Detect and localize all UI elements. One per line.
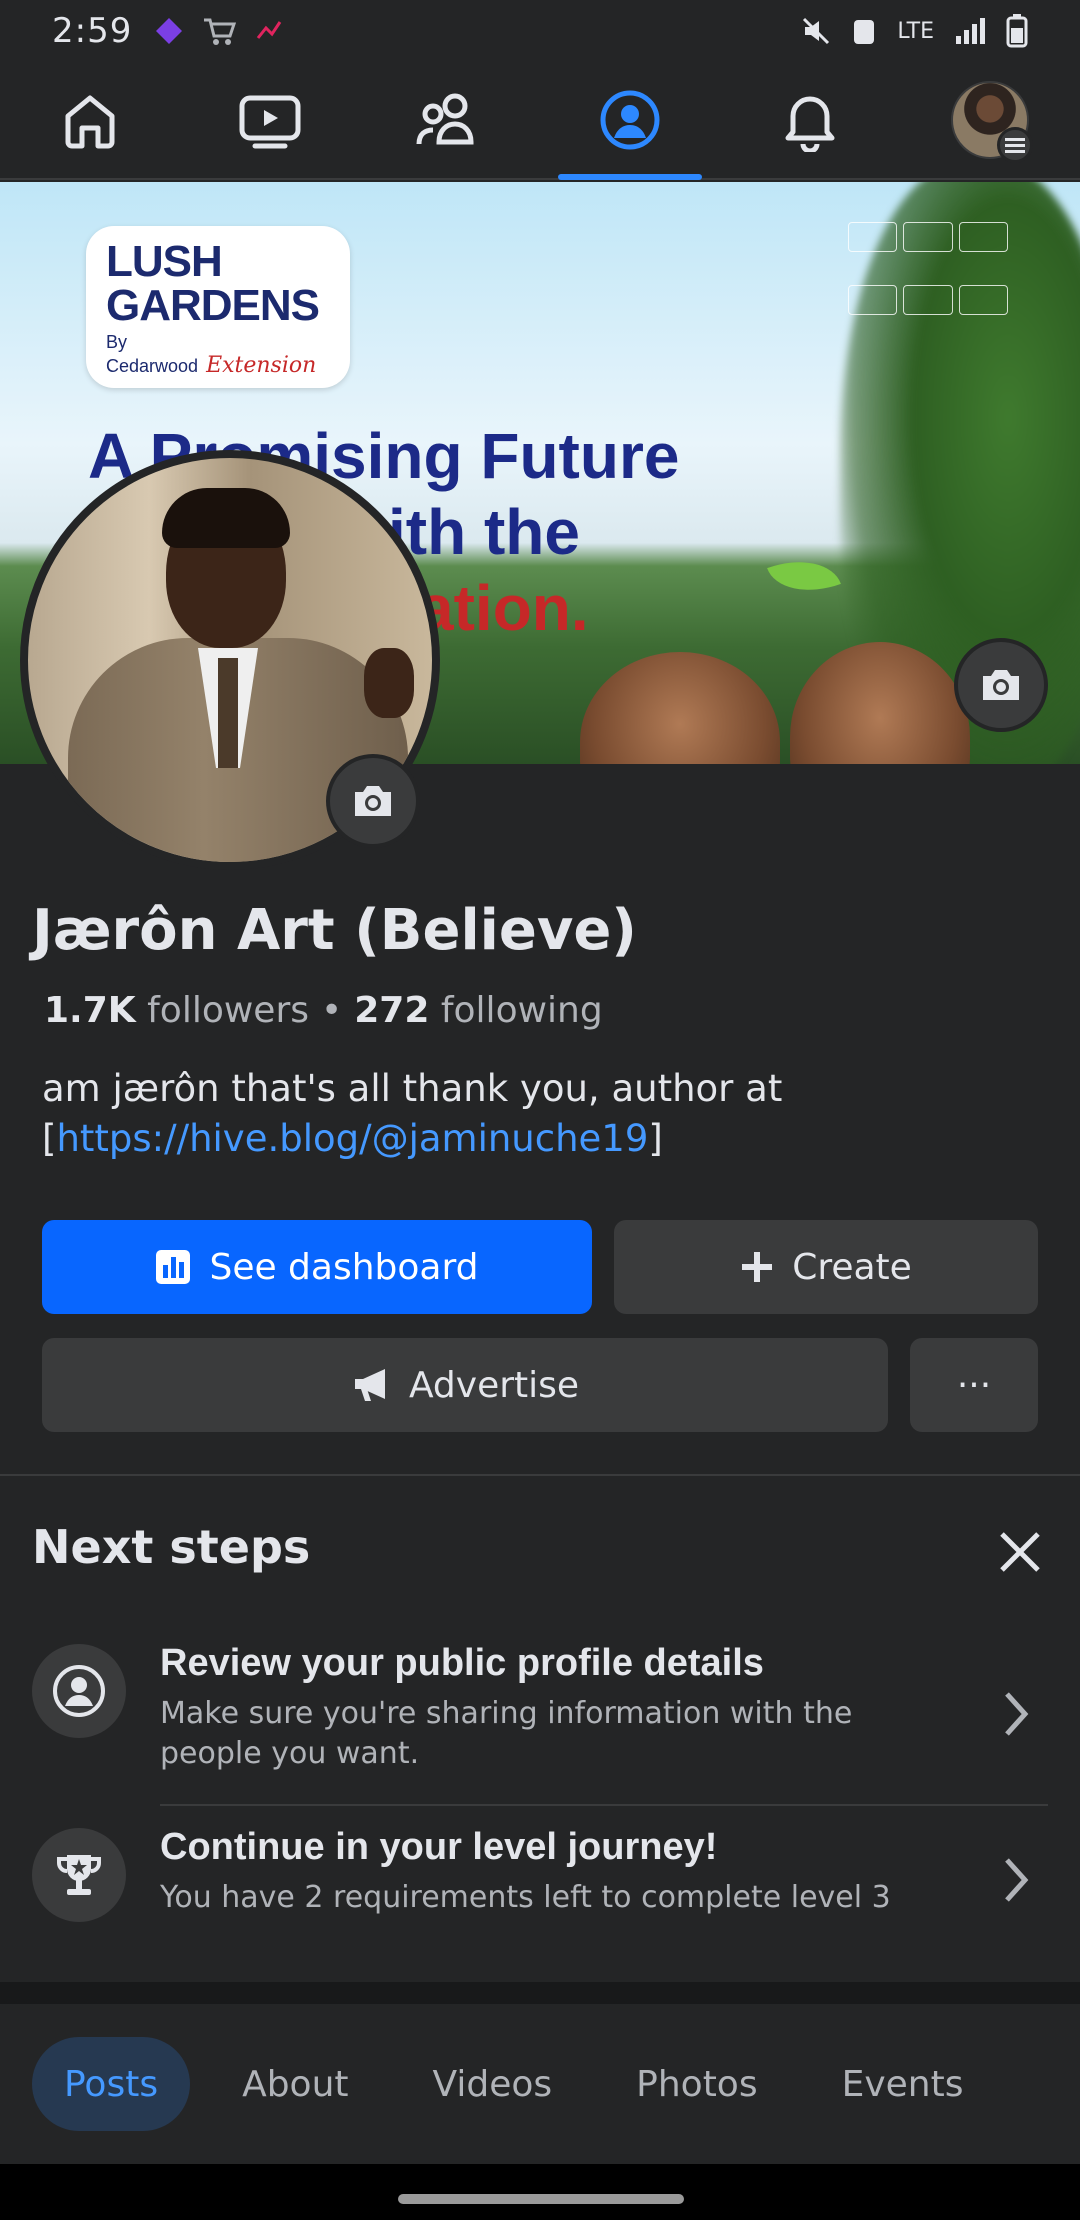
megaphone-icon [354, 1369, 385, 1401]
friends-icon [416, 93, 474, 145]
app-badge-icon [156, 18, 183, 44]
nav-tab-video[interactable] [180, 62, 360, 178]
see-dashboard-label: See dashboard [209, 1246, 479, 1288]
see-dashboard-button[interactable]: See dashboard [42, 1220, 592, 1314]
followers-count: 1.7K [44, 990, 136, 1031]
network-type: LTE [897, 18, 934, 44]
tab-events[interactable]: Events [810, 2037, 996, 2131]
profile-page: 2:59 LTE LUSH GARDENS By Cedarwood Exten… [0, 0, 1080, 2220]
edit-profile-picture-button[interactable] [326, 754, 420, 848]
next-step-item-profile-details[interactable]: Review your public profile details Make … [0, 1628, 1080, 1798]
bio-text: am jærôn that's all thank you, author at [42, 1067, 783, 1110]
status-time: 2:59 [52, 11, 133, 51]
followers-link[interactable]: 1.7K followers [44, 990, 309, 1031]
close-icon [1000, 1532, 1040, 1572]
step-title: Continue in your level journey! [160, 1826, 718, 1868]
logo-line1: LUSH [106, 237, 223, 286]
status-right-icons: LTE [801, 14, 1028, 48]
step-title: Review your public profile details [160, 1642, 764, 1684]
nav-tab-home[interactable] [0, 62, 180, 178]
following-link[interactable]: 272 following [354, 990, 602, 1031]
profile-icon [600, 90, 660, 150]
nav-tab-friends[interactable] [360, 62, 540, 178]
tab-videos[interactable]: Videos [401, 2037, 585, 2131]
leaf-graphic [767, 546, 841, 606]
home-icon [65, 95, 115, 149]
camera-icon [983, 670, 1019, 700]
step-separator [160, 1804, 1048, 1806]
profile-stats: 1.7K followers • 272 following [44, 990, 603, 1031]
more-options-button[interactable]: ··· [910, 1338, 1038, 1432]
logo-byline: By Cedarwood Extension [106, 332, 317, 378]
status-notification-icons [154, 16, 284, 46]
profile-circle-icon [32, 1644, 126, 1738]
top-navigation [0, 62, 1080, 180]
bell-icon [785, 96, 835, 152]
create-label: Create [792, 1246, 912, 1288]
following-label: following [440, 990, 603, 1031]
edit-cover-button[interactable] [954, 638, 1048, 732]
battery-icon [1006, 14, 1028, 48]
trophy-icon [32, 1828, 126, 1922]
tab-about[interactable]: About [210, 2037, 380, 2131]
profile-bio: am jærôn that's all thank you, author at… [42, 1067, 783, 1160]
next-step-item-level-journey[interactable]: Continue in your level journey! You have… [0, 1812, 1080, 1982]
home-gesture-handle[interactable] [398, 2194, 684, 2204]
close-next-steps-button[interactable] [992, 1524, 1048, 1580]
advertise-label: Advertise [408, 1364, 580, 1406]
advertise-button[interactable]: Advertise [42, 1338, 888, 1432]
step-description: You have 2 requirements left to complete… [160, 1880, 891, 1915]
bio-link[interactable]: https://hive.blog/@jaminuche19 [56, 1117, 648, 1160]
nav-tab-notifications[interactable] [720, 62, 900, 178]
system-navigation-bar [0, 2164, 1080, 2220]
step-description: Make sure you're sharing information wit… [160, 1696, 853, 1771]
chevron-right-icon [996, 1850, 1036, 1910]
tab-photos[interactable]: Photos [604, 2037, 789, 2131]
account-avatar [951, 81, 1033, 163]
menu-icon [997, 127, 1033, 163]
create-button[interactable]: Create [614, 1220, 1038, 1314]
stats-separator: • [321, 990, 343, 1031]
next-steps-title: Next steps [32, 1520, 311, 1574]
followers-label: followers [147, 990, 310, 1031]
section-divider [0, 1474, 1080, 1476]
cover-feature-grid [848, 222, 1008, 342]
data-saver-icon [854, 20, 875, 44]
more-icon: ··· [956, 1364, 992, 1406]
nav-tab-menu[interactable] [900, 62, 1080, 178]
signal-icon [956, 18, 985, 44]
cover-logo: LUSH GARDENS By Cedarwood Extension [86, 226, 350, 388]
status-bar: 2:59 LTE [0, 0, 1080, 62]
video-icon [239, 95, 301, 149]
chevron-right-icon [996, 1684, 1036, 1744]
plus-icon [742, 1252, 773, 1282]
following-count: 272 [354, 990, 430, 1031]
nav-tab-profile[interactable] [540, 62, 720, 180]
profile-name: Jærôn Art (Believe) [32, 898, 637, 963]
mute-icon [803, 17, 830, 45]
camera-icon [355, 786, 391, 816]
tab-posts[interactable]: Posts [32, 2037, 191, 2131]
section-gap [0, 1982, 1080, 2004]
activity-icon [257, 21, 282, 39]
cart-icon [204, 18, 237, 45]
profile-tabs: Posts About Videos Photos Events [0, 2004, 1080, 2164]
dashboard-icon [156, 1250, 191, 1284]
logo-line2: GARDENS [106, 281, 320, 330]
